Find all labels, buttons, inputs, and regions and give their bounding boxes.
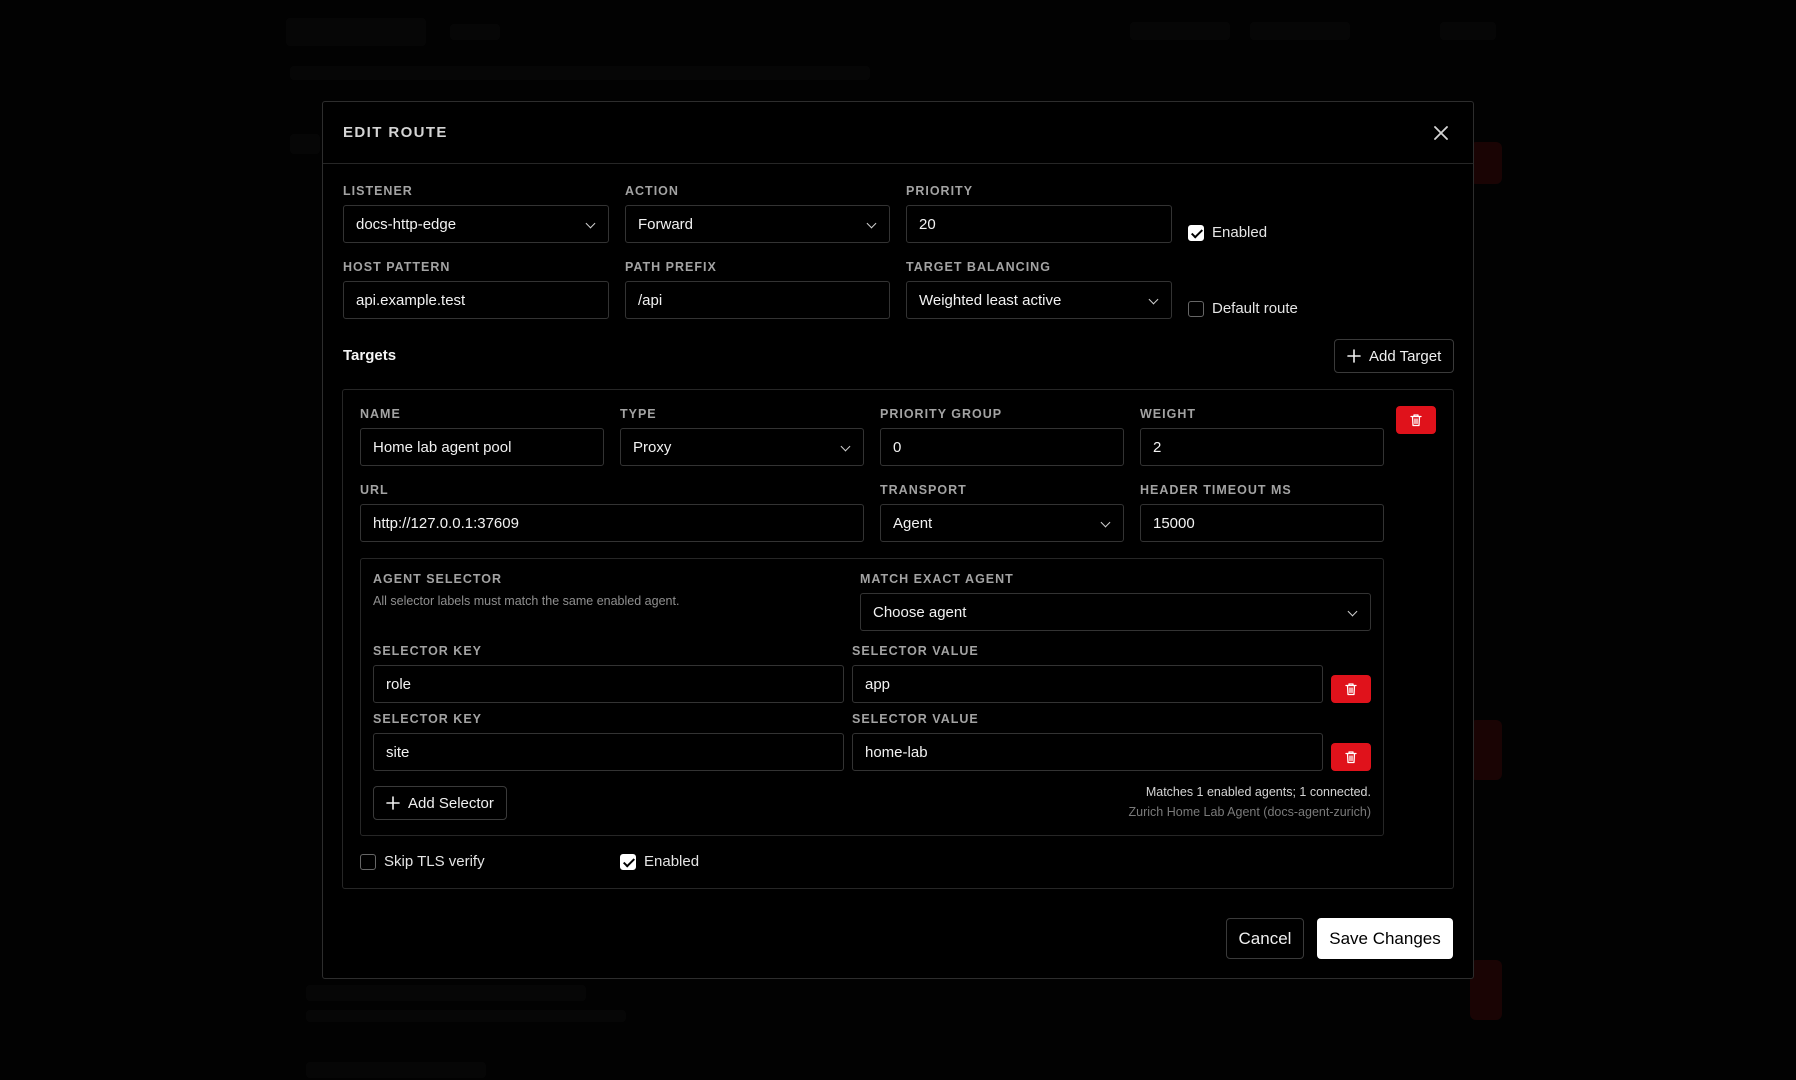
host-pattern-label: HOST PATTERN (343, 260, 451, 274)
selector-value-value: home-lab (865, 743, 928, 761)
transport-value: Agent (893, 514, 933, 532)
selector-value-value: app (865, 675, 891, 693)
header-timeout-input[interactable]: 15000 (1140, 504, 1384, 542)
add-target-label: Add Target (1369, 347, 1442, 365)
default-route-checkbox[interactable] (1188, 301, 1204, 317)
priority-input[interactable]: 20 (906, 205, 1172, 243)
target-name-label: NAME (360, 407, 401, 421)
close-button[interactable] (1429, 121, 1453, 145)
selector-key-input[interactable]: site (373, 733, 844, 771)
trash-icon (1345, 683, 1357, 696)
skip-tls-label: Skip TLS verify (384, 853, 485, 870)
selector-value-label: SELECTOR VALUE (852, 712, 979, 726)
selector-key-input[interactable]: role (373, 665, 844, 703)
path-prefix-input[interactable]: /api (625, 281, 890, 319)
action-select[interactable]: Forward (625, 205, 890, 243)
priority-value: 20 (919, 215, 936, 233)
match-summary: Matches 1 enabled agents; 1 connected. (1145, 785, 1371, 799)
target-type-value: Proxy (633, 438, 672, 456)
save-changes-button[interactable]: Save Changes (1317, 918, 1453, 959)
enabled-label: Enabled (1212, 224, 1268, 241)
plus-icon (1347, 349, 1361, 363)
selector-key-label: SELECTOR KEY (373, 712, 483, 726)
modal-header: EDIT ROUTE (323, 102, 1473, 164)
host-pattern-input[interactable]: api.example.test (343, 281, 609, 319)
target-type-label: TYPE (620, 407, 657, 421)
priority-group-label: PRIORITY GROUP (880, 407, 1003, 421)
trash-icon (1410, 414, 1422, 427)
target-balancing-label: TARGET BALANCING (906, 260, 1051, 274)
action-value: Forward (638, 215, 694, 233)
close-icon (1434, 125, 1448, 140)
selector-key-value: role (386, 675, 412, 693)
delete-selector-button[interactable] (1331, 743, 1371, 771)
trash-icon (1345, 751, 1357, 764)
listener-label: LISTENER (343, 184, 413, 198)
path-prefix-value: /api (638, 291, 663, 309)
selector-value-label: SELECTOR VALUE (852, 644, 979, 658)
host-pattern-value: api.example.test (356, 291, 466, 309)
match-detail: Zurich Home Lab Agent (docs-agent-zurich… (1128, 805, 1371, 819)
selector-key-value: site (386, 743, 410, 761)
url-label: URL (360, 483, 389, 497)
listener-select[interactable]: docs-http-edge (343, 205, 609, 243)
enabled-checkbox[interactable] (1188, 225, 1204, 241)
header-timeout-value: 15000 (1153, 514, 1195, 532)
add-selector-label: Add Selector (408, 794, 494, 812)
priority-label: PRIORITY (906, 184, 974, 198)
default-route-label: Default route (1212, 300, 1298, 317)
target-balancing-select[interactable]: Weighted least active (906, 281, 1172, 319)
target-enabled-label: Enabled (644, 853, 700, 870)
transport-select[interactable]: Agent (880, 504, 1124, 542)
selector-value-input[interactable]: home-lab (852, 733, 1323, 771)
target-balancing-value: Weighted least active (919, 291, 1062, 309)
match-exact-agent-select[interactable]: Choose agent (860, 593, 1371, 631)
weight-label: WEIGHT (1140, 407, 1196, 421)
header-timeout-label: HEADER TIMEOUT MS (1140, 483, 1292, 497)
target-name-value: Home lab agent pool (373, 438, 512, 456)
target-name-input[interactable]: Home lab agent pool (360, 428, 604, 466)
skip-tls-checkbox[interactable] (360, 854, 376, 870)
agent-selector-label: AGENT SELECTOR (373, 572, 503, 586)
match-exact-agent-label: MATCH EXACT AGENT (860, 572, 1014, 586)
plus-icon (386, 796, 400, 810)
selector-key-label: SELECTOR KEY (373, 644, 483, 658)
delete-selector-button[interactable] (1331, 675, 1371, 703)
modal-title: EDIT ROUTE (343, 124, 448, 141)
add-selector-button[interactable]: Add Selector (373, 786, 507, 820)
delete-target-button[interactable] (1396, 406, 1436, 434)
add-target-button[interactable]: Add Target (1334, 339, 1455, 373)
selector-value-input[interactable]: app (852, 665, 1323, 703)
agent-selector-hint: All selector labels must match the same … (373, 594, 680, 608)
path-prefix-label: PATH PREFIX (625, 260, 717, 274)
match-exact-agent-value: Choose agent (873, 603, 967, 621)
url-value: http://127.0.0.1:37609 (373, 514, 519, 532)
target-type-select[interactable]: Proxy (620, 428, 864, 466)
priority-group-value: 0 (893, 438, 902, 456)
weight-input[interactable]: 2 (1140, 428, 1384, 466)
action-label: ACTION (625, 184, 679, 198)
listener-value: docs-http-edge (356, 215, 457, 233)
priority-group-input[interactable]: 0 (880, 428, 1124, 466)
url-input[interactable]: http://127.0.0.1:37609 (360, 504, 864, 542)
targets-title: Targets (343, 347, 397, 364)
target-enabled-checkbox[interactable] (620, 854, 636, 870)
cancel-button[interactable]: Cancel (1226, 918, 1304, 959)
transport-label: TRANSPORT (880, 483, 967, 497)
weight-value: 2 (1153, 438, 1162, 456)
